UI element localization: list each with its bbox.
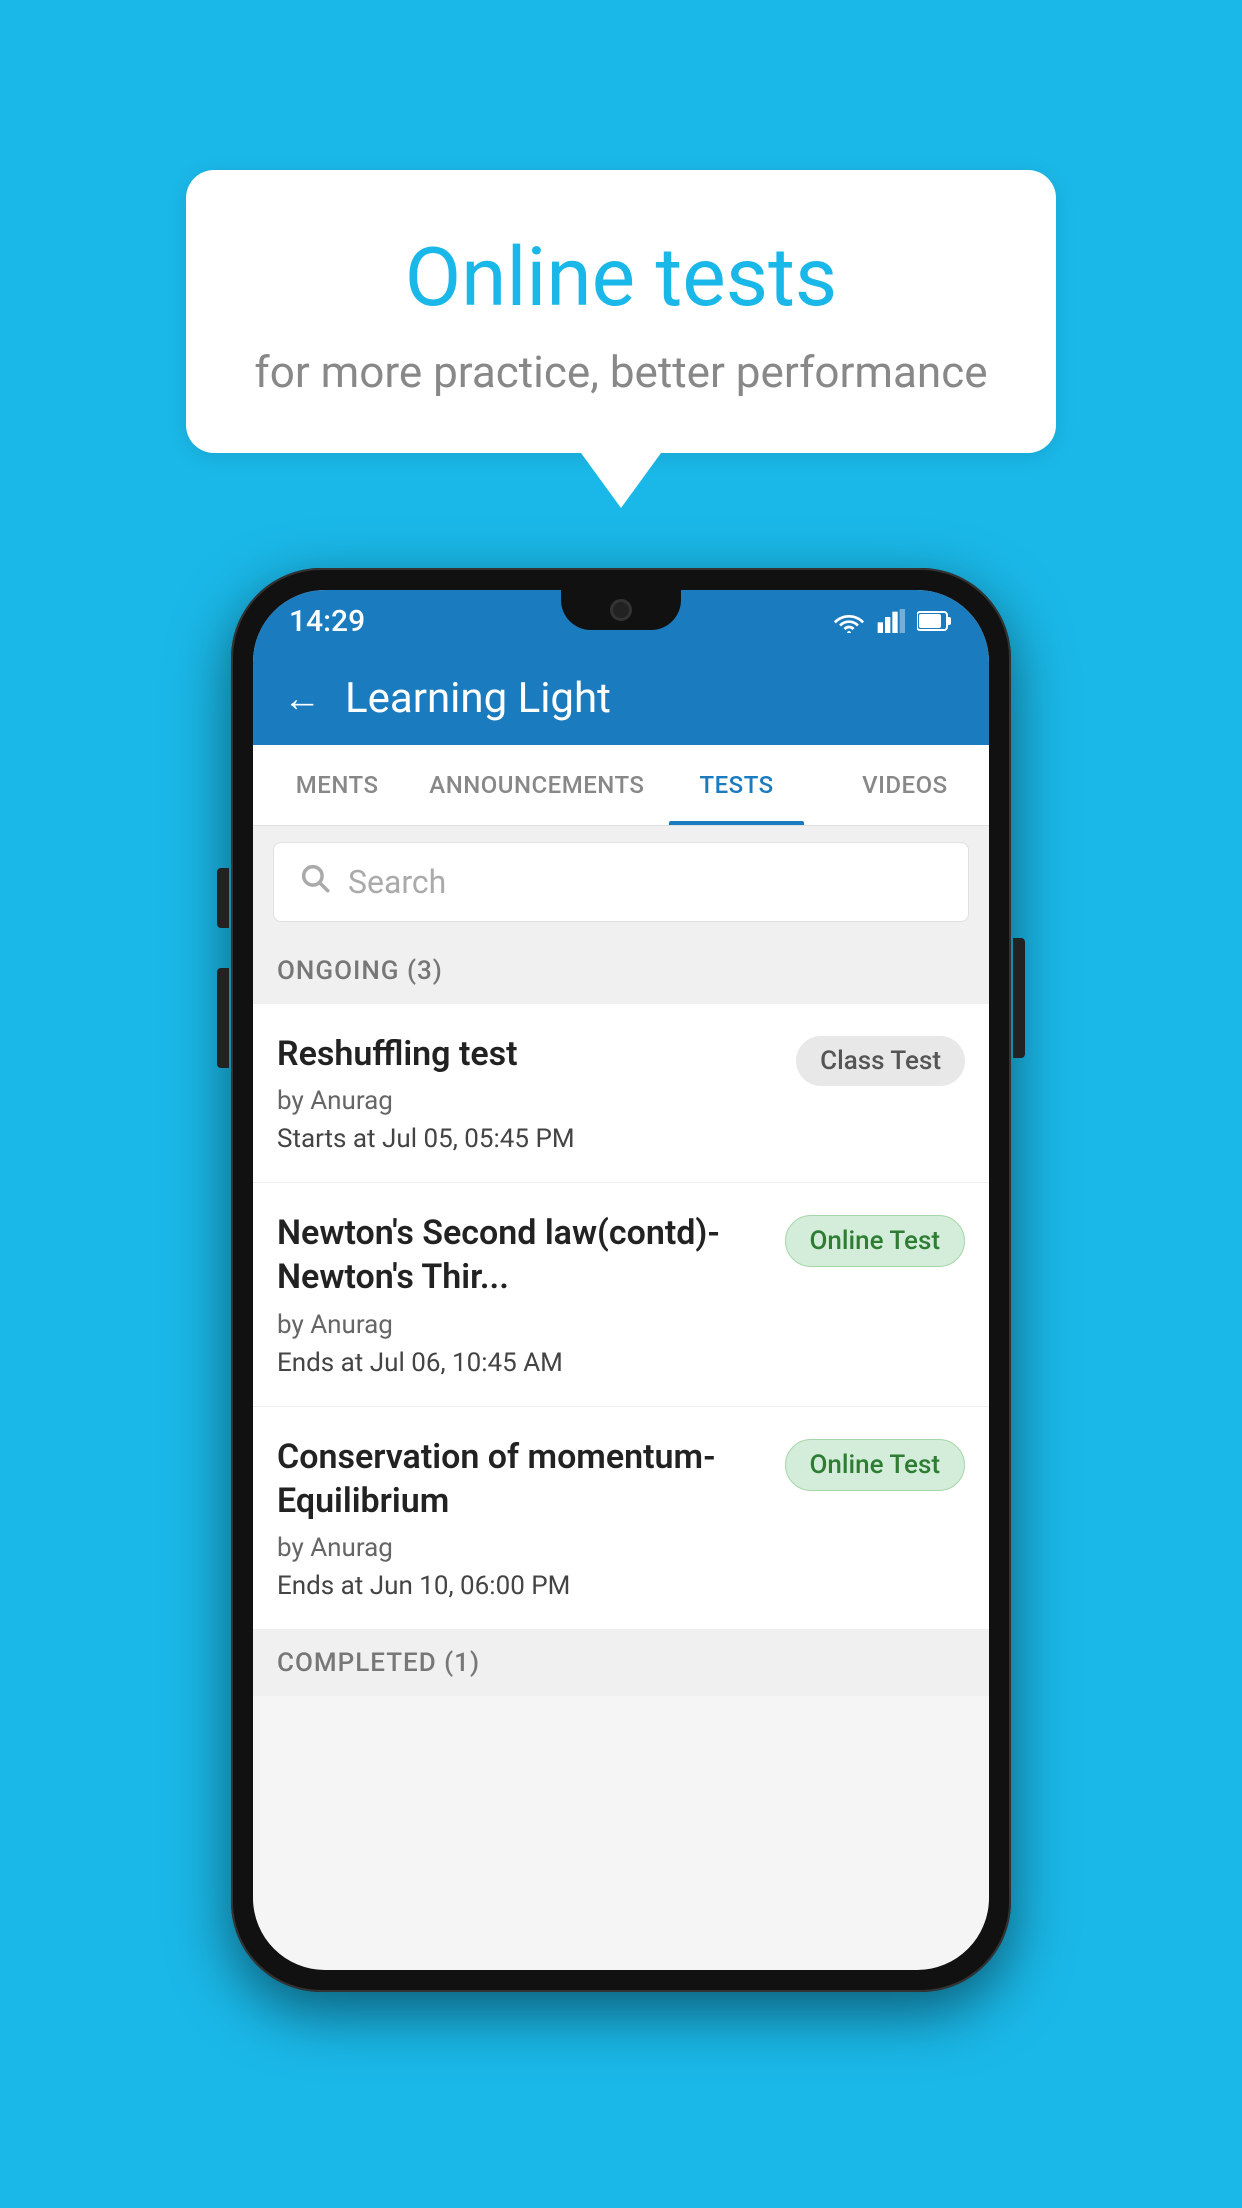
badge-online-test: Online Test (785, 1215, 966, 1267)
section-header-completed: COMPLETED (1) (253, 1630, 989, 1696)
speech-bubble: Online tests for more practice, better p… (186, 170, 1056, 453)
test-info: Newton's Second law(contd)-Newton's Thir… (277, 1211, 769, 1377)
status-icons (833, 609, 953, 633)
speech-bubble-title: Online tests (246, 230, 996, 326)
test-list: Reshuffling test by Anurag Starts at Jul… (253, 1004, 989, 1630)
search-placeholder: Search (348, 863, 446, 901)
phone-outer: 14:29 (231, 568, 1011, 1992)
badge-class-test: Class Test (796, 1036, 965, 1086)
speech-bubble-arrow (581, 453, 661, 508)
test-item[interactable]: Reshuffling test by Anurag Starts at Jul… (253, 1004, 989, 1183)
test-author: by Anurag (277, 1310, 769, 1340)
speech-bubble-container: Online tests for more practice, better p… (186, 170, 1056, 508)
tab-announcements[interactable]: ANNOUNCEMENTS (421, 745, 652, 825)
tabs-bar: MENTS ANNOUNCEMENTS TESTS VIDEOS (253, 745, 989, 826)
front-camera (610, 599, 632, 621)
volume-down-button (217, 968, 229, 1068)
tab-tests[interactable]: TESTS (652, 745, 820, 825)
test-info: Reshuffling test by Anurag Starts at Jul… (277, 1032, 780, 1154)
test-name: Newton's Second law(contd)-Newton's Thir… (277, 1211, 769, 1299)
wifi-icon (833, 609, 865, 633)
test-item[interactable]: Newton's Second law(contd)-Newton's Thir… (253, 1183, 989, 1406)
phone-notch (561, 590, 681, 630)
test-time: Ends at Jun 10, 06:00 PM (277, 1571, 769, 1601)
battery-icon (917, 610, 953, 632)
badge-online-test-2: Online Test (785, 1439, 966, 1491)
search-icon (298, 861, 332, 903)
signal-icon (877, 609, 905, 633)
phone-screen: 14:29 (253, 590, 989, 1970)
back-arrow-icon[interactable]: ← (283, 677, 321, 721)
tab-ments[interactable]: MENTS (253, 745, 421, 825)
power-button (1013, 938, 1025, 1058)
search-container: Search (253, 826, 989, 938)
phone-wrapper: 14:29 (231, 568, 1011, 1992)
test-name: Conservation of momentum-Equilibrium (277, 1435, 769, 1523)
search-bar[interactable]: Search (273, 842, 969, 922)
test-time: Starts at Jul 05, 05:45 PM (277, 1124, 780, 1154)
status-time: 14:29 (289, 604, 365, 639)
app-header-title: Learning Light (345, 674, 611, 723)
test-author: by Anurag (277, 1533, 769, 1563)
app-header: ← Learning Light (253, 652, 989, 745)
tab-videos[interactable]: VIDEOS (821, 745, 989, 825)
test-author: by Anurag (277, 1086, 780, 1116)
test-info: Conservation of momentum-Equilibrium by … (277, 1435, 769, 1601)
volume-up-button (217, 868, 229, 928)
section-header-ongoing: ONGOING (3) (253, 938, 989, 1004)
test-name: Reshuffling test (277, 1032, 780, 1076)
speech-bubble-subtitle: for more practice, better performance (246, 346, 996, 398)
test-item[interactable]: Conservation of momentum-Equilibrium by … (253, 1407, 989, 1630)
test-time: Ends at Jul 06, 10:45 AM (277, 1348, 769, 1378)
